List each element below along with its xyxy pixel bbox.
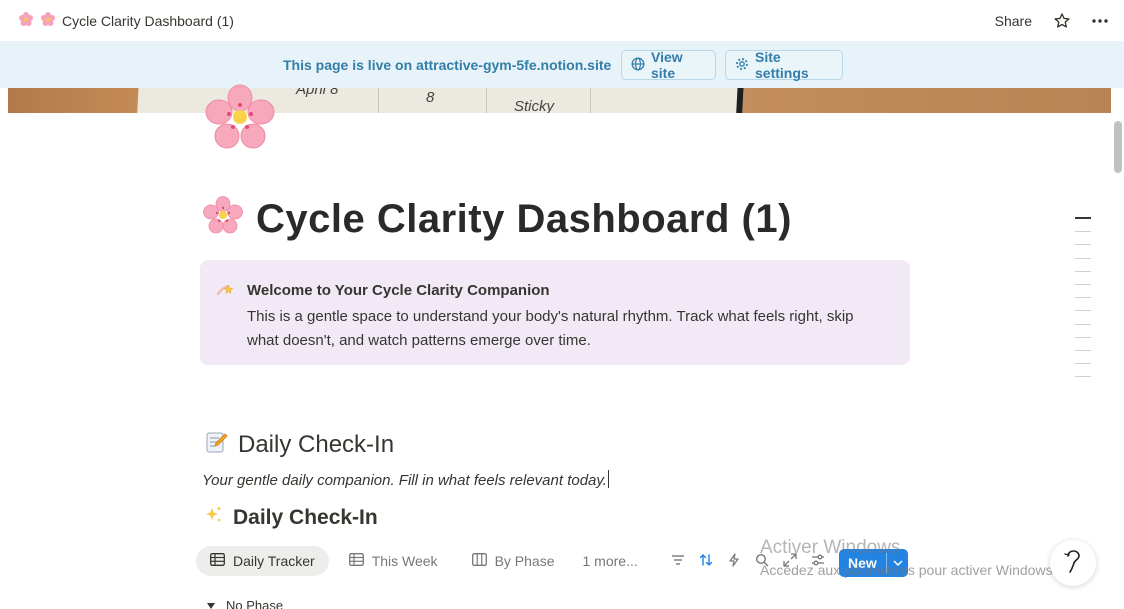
top-bar: Cycle Clarity Dashboard (1) Share	[0, 0, 1124, 41]
shooting-star-icon	[216, 282, 234, 305]
cover-text: 8	[426, 89, 435, 106]
database-title-text[interactable]: Daily Check-In	[233, 506, 378, 530]
group-label: No Phase	[226, 598, 284, 609]
section-heading-text: Daily Check-In	[238, 430, 395, 458]
automation-lightning-icon[interactable]	[726, 552, 742, 568]
toc-line[interactable]	[1075, 270, 1091, 272]
cherry-blossom-icon	[202, 196, 244, 243]
cherry-blossom-icon	[40, 11, 56, 30]
section-heading: Daily Check-In	[204, 430, 394, 459]
toc-line[interactable]	[1075, 257, 1091, 259]
callout-title: Welcome to Your Cycle Clarity Companion	[247, 282, 550, 299]
toc-line[interactable]	[1075, 297, 1091, 299]
memo-icon	[204, 430, 228, 459]
site-settings-button[interactable]: Site settings	[725, 49, 843, 81]
group-header-no-phase[interactable]: No Phase	[206, 598, 283, 609]
section-description[interactable]: Your gentle daily companion. Fill in wha…	[202, 470, 609, 489]
question-doodle-icon	[1060, 548, 1086, 579]
table-icon	[348, 553, 364, 569]
breadcrumb-title[interactable]: Cycle Clarity Dashboard (1)	[62, 13, 234, 29]
live-site-banner: This page is live on attractive-gym-5fe.…	[0, 41, 1124, 88]
tab-daily-tracker[interactable]: Daily Tracker	[196, 546, 329, 576]
table-of-contents-indicator[interactable]	[1075, 217, 1091, 389]
page-icon-cherry-blossom[interactable]	[200, 84, 280, 154]
welcome-callout: Welcome to Your Cycle Clarity Companion …	[200, 260, 910, 365]
toc-line[interactable]	[1075, 283, 1091, 285]
toc-line[interactable]	[1075, 349, 1091, 351]
toc-line[interactable]	[1075, 323, 1091, 325]
cover-grid-line	[486, 88, 487, 113]
windows-activation-watermark-subtitle: Accédez aux paramètres pour activer Wind…	[760, 562, 1057, 578]
tab-label: By Phase	[494, 553, 555, 569]
toc-line[interactable]	[1075, 363, 1091, 365]
share-button[interactable]: Share	[991, 9, 1036, 33]
more-views-button[interactable]: 1 more...	[575, 553, 646, 569]
sparkles-icon	[205, 505, 223, 530]
toc-line[interactable]	[1075, 217, 1091, 219]
database-title: Daily Check-In	[205, 505, 378, 530]
gear-icon	[735, 57, 749, 74]
toc-line[interactable]	[1075, 231, 1091, 233]
cover-grid-line	[590, 88, 591, 113]
section-description-text: Your gentle daily companion. Fill in wha…	[202, 472, 607, 489]
banner-message: This page is live on attractive-gym-5fe.…	[283, 57, 612, 73]
tab-label: This Week	[371, 553, 438, 569]
tab-this-week[interactable]: This Week	[335, 546, 452, 576]
database-view-tabs: Daily Tracker This Week By Phase 1 more.…	[196, 545, 646, 577]
cover-text: April 8	[296, 88, 339, 98]
toc-line[interactable]	[1075, 376, 1091, 378]
star-icon[interactable]	[1050, 9, 1074, 33]
help-button[interactable]	[1050, 540, 1096, 586]
callout-body: This is a gentle space to understand you…	[247, 308, 854, 349]
page-title-text[interactable]: Cycle Clarity Dashboard (1)	[256, 197, 792, 242]
cherry-blossom-icon	[18, 11, 34, 30]
cover-image: April 8 8 Sticky	[8, 88, 1111, 113]
text-cursor	[607, 470, 609, 488]
globe-icon	[631, 57, 645, 74]
windows-activation-watermark-title: Activer Windows	[760, 537, 901, 558]
scrollbar-thumb[interactable]	[1114, 121, 1122, 173]
toc-line[interactable]	[1075, 336, 1091, 338]
sort-icon[interactable]	[698, 552, 714, 568]
breadcrumb[interactable]: Cycle Clarity Dashboard (1)	[18, 11, 234, 30]
tab-by-phase[interactable]: By Phase	[458, 546, 569, 576]
view-site-button[interactable]: View site	[621, 49, 716, 81]
toc-line[interactable]	[1075, 244, 1091, 246]
triangle-down-icon[interactable]	[206, 598, 216, 609]
page-title[interactable]: Cycle Clarity Dashboard (1)	[202, 196, 792, 243]
site-settings-label: Site settings	[755, 49, 809, 81]
board-icon	[471, 553, 487, 569]
filter-icon[interactable]	[670, 552, 686, 568]
toc-line[interactable]	[1075, 310, 1091, 312]
tab-label: Daily Tracker	[233, 553, 315, 569]
view-site-label: View site	[651, 49, 683, 81]
cover-text: Sticky	[514, 98, 555, 113]
table-icon	[210, 553, 225, 569]
cover-grid-line	[378, 88, 379, 113]
more-icon[interactable]	[1088, 9, 1112, 33]
scrollbar-track[interactable]	[1113, 113, 1124, 609]
